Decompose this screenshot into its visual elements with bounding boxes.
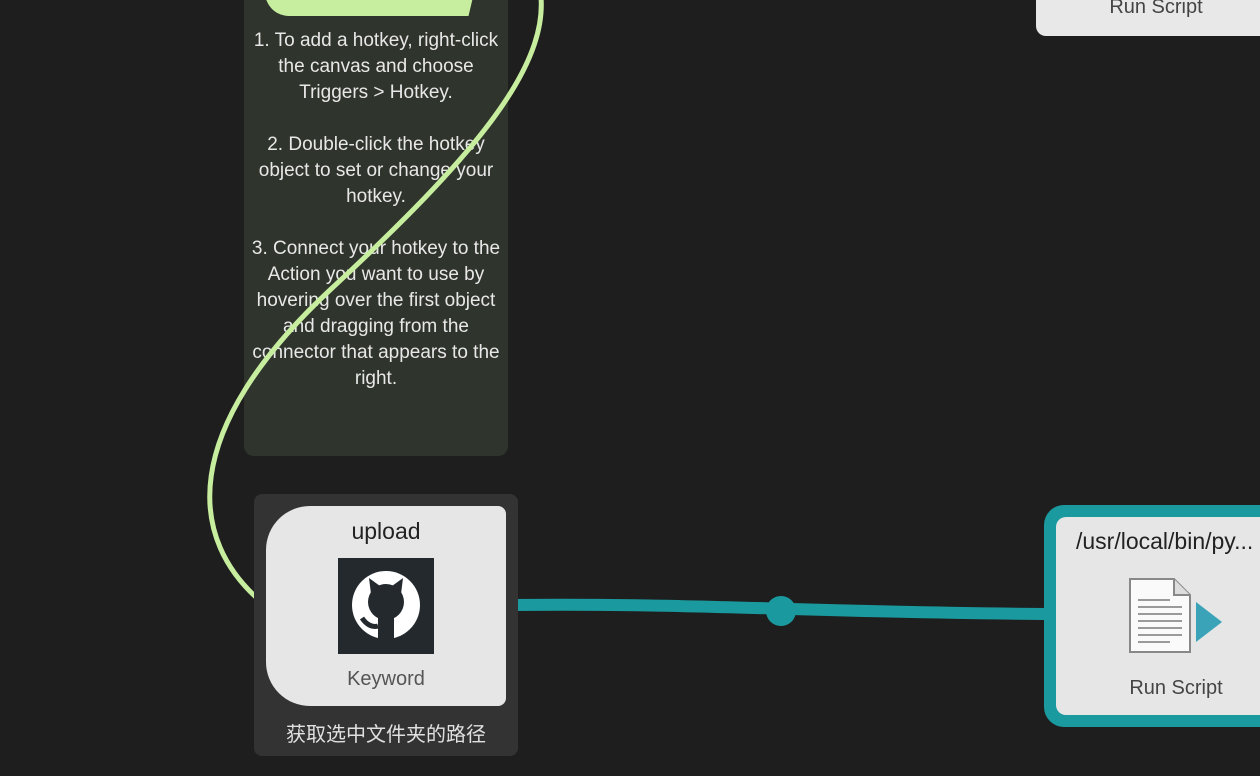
run-script-node-type: Run Script bbox=[1129, 677, 1223, 699]
keyword-node-subtext: 获取选中文件夹的路径 bbox=[286, 724, 486, 746]
keyword-node-title: upload bbox=[351, 518, 421, 544]
keyword-node-type: Keyword bbox=[347, 668, 425, 690]
note-header-tab bbox=[265, 0, 477, 16]
script-document-icon bbox=[1126, 576, 1226, 658]
note-text: 1. To add a hotkey, right-click the canv… bbox=[251, 30, 501, 389]
run-script-label-top: Run Script bbox=[1109, 0, 1203, 18]
github-icon bbox=[338, 558, 434, 654]
run-script-node-title: /usr/local/bin/py... bbox=[1076, 528, 1254, 554]
